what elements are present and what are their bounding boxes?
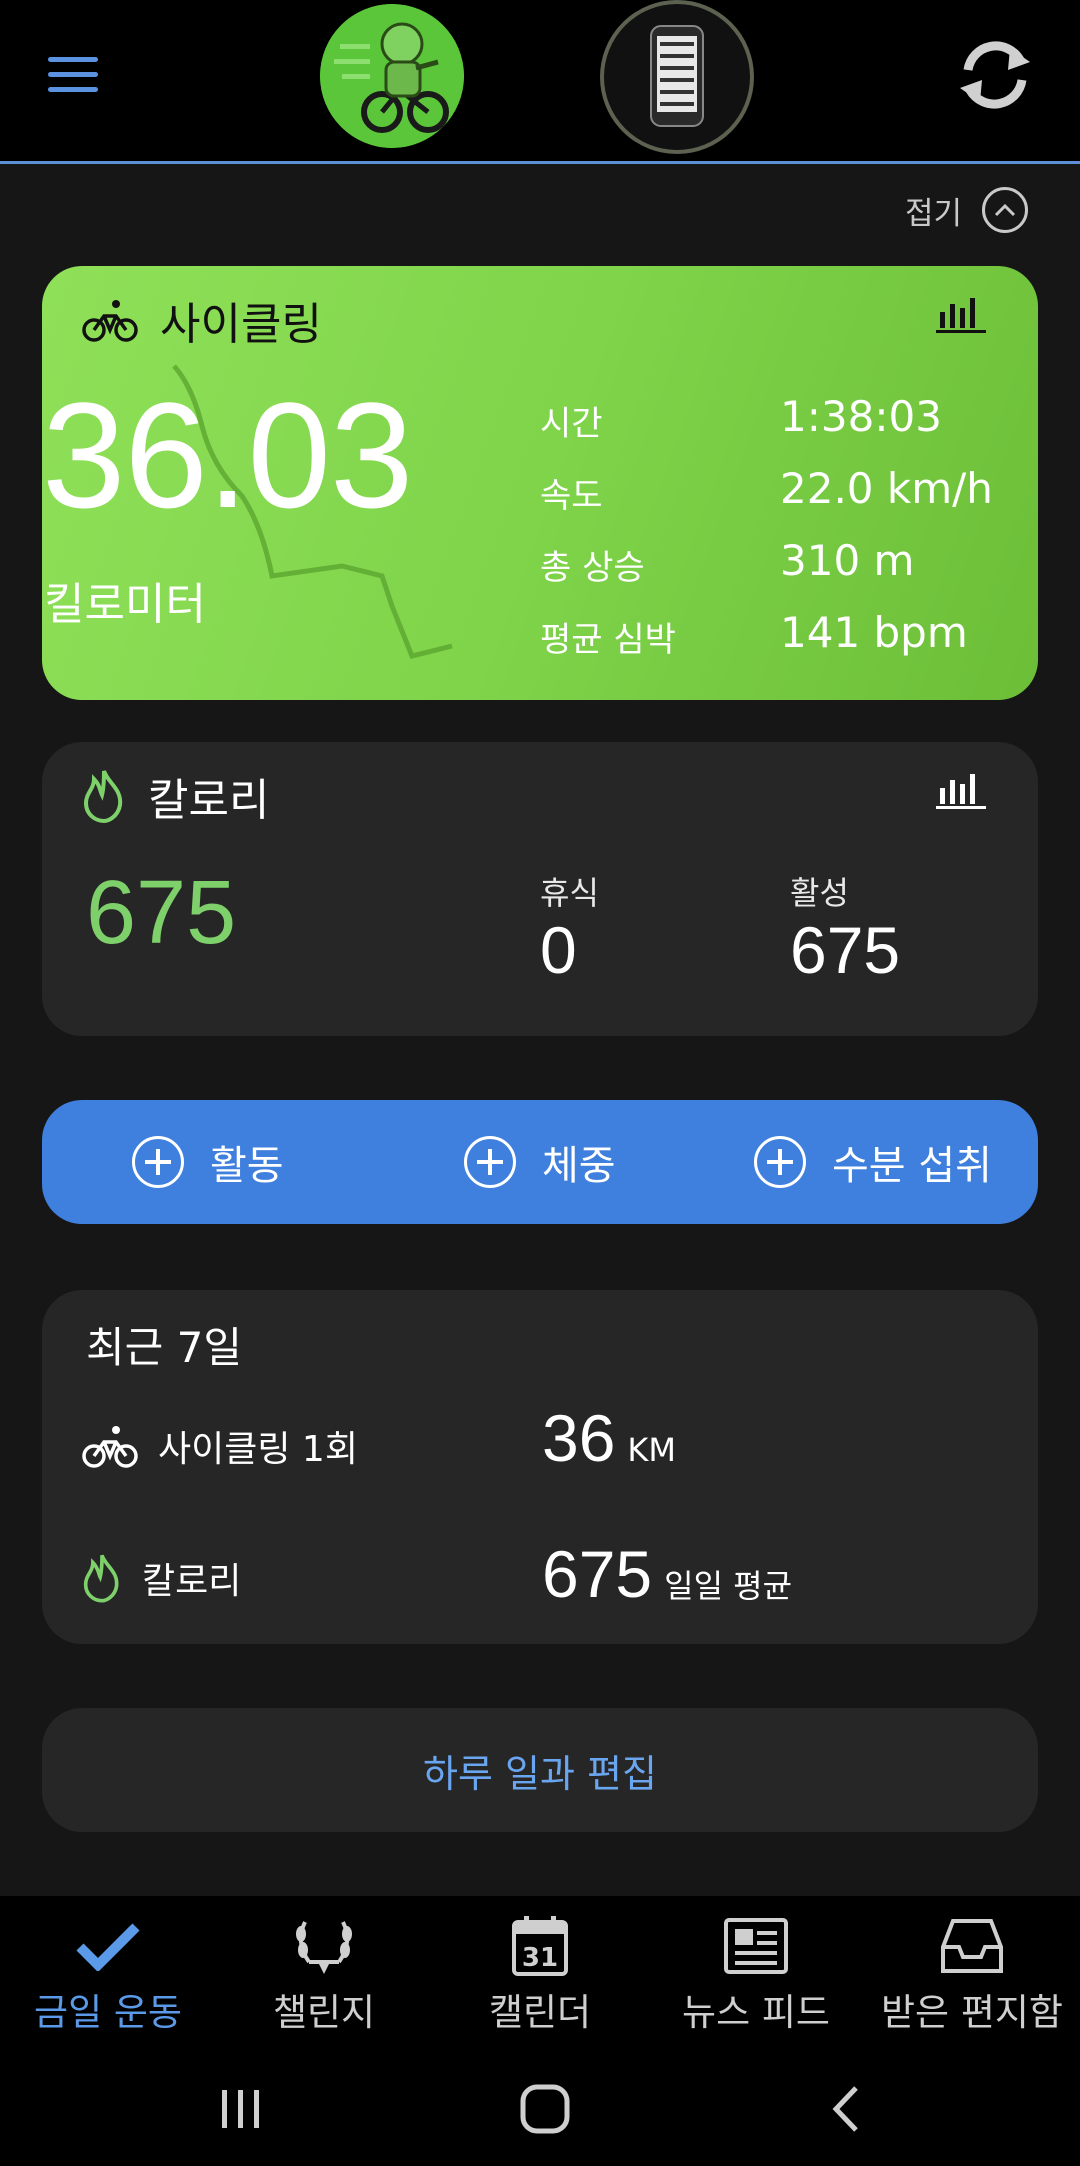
- add-weight-button[interactable]: 체중: [464, 1100, 616, 1224]
- distance-unit: 킬로미터: [44, 579, 206, 630]
- quick-add-bar: 활동 체중 수분 섭취: [42, 1100, 1038, 1224]
- recent-cycling-value: 36 KM: [542, 1400, 676, 1476]
- recent-calorie-row: 칼로리: [82, 1552, 241, 1604]
- recent-calorie-value: 675 일일 평균: [542, 1536, 792, 1612]
- edit-day-label: 하루 일과 편집: [423, 1751, 657, 1796]
- bicycle-icon: [82, 300, 138, 342]
- recent-calorie-number: 675: [542, 1537, 653, 1611]
- recent-title: 최근 7일: [86, 1323, 242, 1372]
- calendar-day-text: 31: [522, 1943, 558, 1973]
- active-value: 675: [790, 913, 901, 987]
- recent-calorie-label: 칼로리: [142, 1561, 242, 1602]
- recent-cycling-number: 36: [542, 1401, 616, 1475]
- calorie-card[interactable]: 칼로리 675 휴식 0 활성 675: [42, 742, 1038, 1036]
- cycling-header: 사이클링: [82, 288, 322, 352]
- menu-icon[interactable]: [40, 50, 106, 100]
- tab-challenges[interactable]: 챌린지: [216, 1896, 432, 2036]
- system-navigation-bar: [0, 2036, 1080, 2166]
- newspaper-icon: [723, 1912, 789, 1980]
- top-bar: [0, 0, 1080, 164]
- tab-newsfeed-label: 뉴스 피드: [682, 1991, 830, 2034]
- cycling-title: 사이클링: [160, 299, 322, 350]
- tab-inbox[interactable]: 받은 편지함: [864, 1896, 1080, 2036]
- calorie-total: 675: [86, 863, 237, 963]
- tab-calendar-label: 캘린더: [488, 1991, 592, 2034]
- avatar[interactable]: [320, 4, 464, 148]
- plus-circle-icon: [132, 1136, 184, 1188]
- recent-cycling-label: 사이클링 1회: [158, 1429, 358, 1470]
- heart-rate-label: 평균 심박: [540, 620, 676, 660]
- home-icon[interactable]: [518, 2082, 572, 2136]
- inbox-icon: [939, 1912, 1005, 1980]
- collapse-label: 접기: [904, 195, 962, 232]
- plus-circle-icon: [754, 1136, 806, 1188]
- calorie-header: 칼로리: [82, 764, 269, 828]
- add-hydration-label: 수분 섭취: [832, 1143, 992, 1189]
- edit-day-button[interactable]: 하루 일과 편집: [42, 1708, 1038, 1832]
- add-activity-button[interactable]: 활동: [132, 1100, 284, 1224]
- tab-today[interactable]: 금일 운동: [0, 1896, 216, 2036]
- tab-today-label: 금일 운동: [34, 1991, 182, 2034]
- chevron-up-icon: [982, 187, 1028, 233]
- sync-icon[interactable]: [950, 30, 1040, 120]
- recent-cycling-row: 사이클링 1회: [82, 1420, 358, 1472]
- laurel-icon: [291, 1912, 357, 1980]
- ascent-value: 310 m: [780, 536, 915, 585]
- flame-icon: [83, 1554, 119, 1603]
- time-label: 시간: [540, 404, 603, 444]
- bar-chart-icon[interactable]: [936, 770, 986, 810]
- device-icon[interactable]: [600, 0, 754, 154]
- speed-label: 속도: [540, 476, 603, 516]
- tab-inbox-label: 받은 편지함: [881, 1991, 1063, 2034]
- speed-value: 22.0 km/h: [780, 464, 993, 513]
- recent-cycling-unit: KM: [627, 1431, 677, 1469]
- active-label: 활성: [790, 874, 849, 912]
- recent-7-days-card[interactable]: 최근 7일 사이클링 1회 36 KM 칼로리 675 일일 평균: [42, 1290, 1038, 1644]
- checkmark-icon: [76, 1912, 140, 1980]
- flame-icon: [83, 770, 123, 823]
- tab-challenges-label: 챌린지: [272, 1991, 376, 2034]
- recent-calorie-unit: 일일 평균: [664, 1567, 793, 1605]
- heart-rate-value: 141 bpm: [780, 608, 968, 657]
- calendar-icon: 31: [510, 1912, 570, 1980]
- bar-chart-icon[interactable]: [936, 294, 986, 334]
- collapse-toggle[interactable]: 접기: [905, 184, 1028, 236]
- tab-newsfeed[interactable]: 뉴스 피드: [648, 1896, 864, 2036]
- recent-apps-icon[interactable]: [218, 2086, 264, 2132]
- calorie-title: 칼로리: [148, 775, 270, 826]
- add-hydration-button[interactable]: 수분 섭취: [754, 1100, 992, 1224]
- distance-value: 36.03: [42, 371, 413, 539]
- add-weight-label: 체중: [542, 1143, 616, 1189]
- bottom-nav: 금일 운동 챌린지 31 캘린더 뉴스 피드 받은 편지함: [0, 1896, 1080, 2036]
- rest-value: 0: [540, 913, 577, 987]
- time-value: 1:38:03: [780, 392, 942, 441]
- back-icon[interactable]: [826, 2084, 866, 2134]
- rest-label: 휴식: [540, 874, 599, 912]
- tab-calendar[interactable]: 31 캘린더: [432, 1896, 648, 2036]
- bicycle-icon: [82, 1426, 138, 1468]
- ascent-label: 총 상승: [540, 548, 645, 588]
- add-activity-label: 활동: [210, 1143, 284, 1189]
- plus-circle-icon: [464, 1136, 516, 1188]
